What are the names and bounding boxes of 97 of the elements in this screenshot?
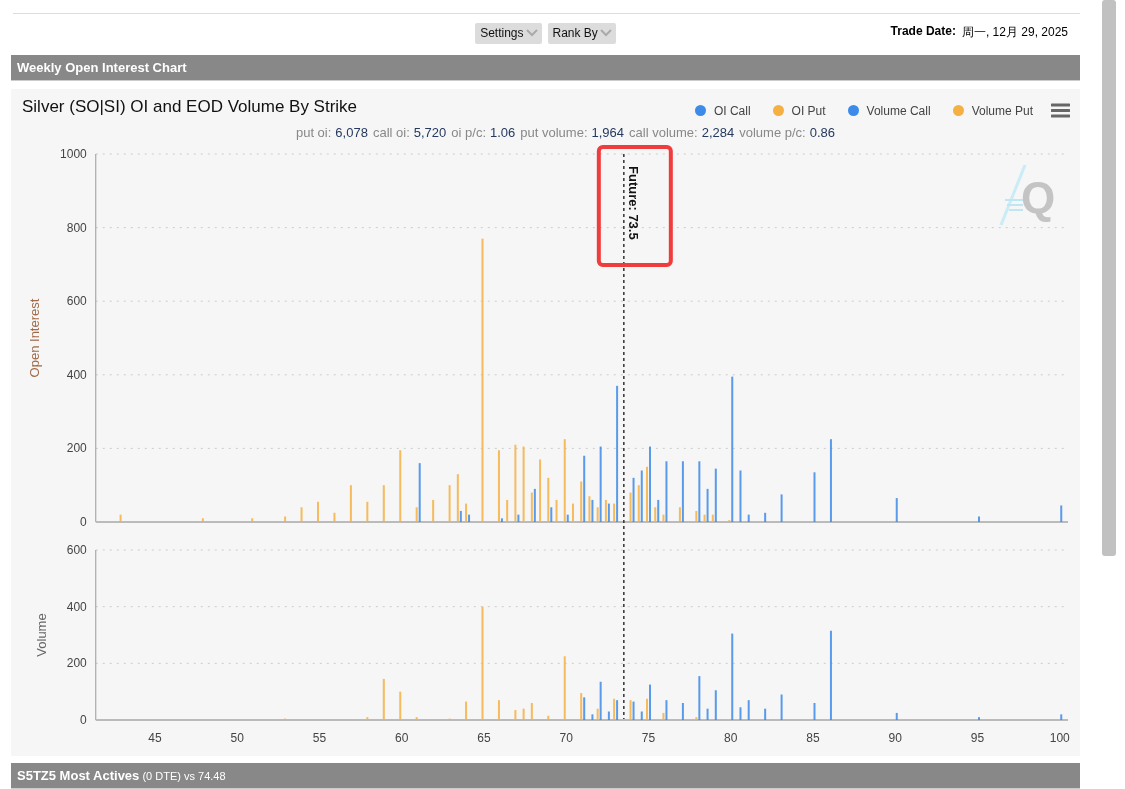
stat-value: 2,284 bbox=[701, 124, 735, 142]
bar bbox=[714, 689, 717, 720]
y-tick-label: 800 bbox=[66, 220, 87, 235]
bar bbox=[201, 517, 204, 522]
y-tick-label: 600 bbox=[66, 293, 87, 308]
section-title: S5TZ5 Most Actives (0 DTE) vs 74.48 bbox=[17, 770, 226, 782]
bar bbox=[780, 694, 783, 720]
legend-item[interactable]: Volume Call bbox=[847, 103, 931, 118]
chevron-down-icon bbox=[599, 29, 612, 38]
bar bbox=[333, 512, 336, 522]
chevron-down-icon bbox=[525, 29, 538, 38]
bar bbox=[415, 716, 418, 720]
chart-title: Silver (SO|SI) OI and EOD Volume By Strike bbox=[22, 96, 359, 117]
stat-value: 1.06 bbox=[490, 124, 516, 142]
x-tick-label: 60 bbox=[395, 730, 409, 745]
bar bbox=[432, 499, 435, 522]
stat-label: call volume: bbox=[629, 124, 698, 142]
bar bbox=[895, 712, 898, 720]
bar bbox=[563, 655, 566, 720]
bar bbox=[764, 708, 767, 720]
legend-item[interactable]: OI Call bbox=[694, 103, 751, 118]
bar bbox=[780, 494, 783, 522]
stat-value: 1,964 bbox=[591, 124, 625, 142]
bar bbox=[284, 516, 287, 522]
bar bbox=[119, 514, 122, 522]
y-tick-label: 200 bbox=[66, 655, 87, 670]
bar bbox=[366, 716, 369, 720]
bar bbox=[591, 713, 594, 720]
bar bbox=[813, 702, 816, 720]
bar bbox=[1060, 713, 1063, 720]
bar bbox=[506, 499, 509, 522]
x-tick-label: 90 bbox=[888, 730, 902, 745]
stat-label: oi p/c: bbox=[451, 124, 486, 142]
future-label: Future: 73.5 bbox=[625, 165, 641, 240]
x-tick-label: 55 bbox=[312, 730, 327, 745]
bar bbox=[300, 506, 303, 522]
stat-label: call oi: bbox=[372, 124, 410, 142]
x-tick-label: 95 bbox=[970, 730, 985, 745]
bar bbox=[739, 470, 742, 522]
y-axis-title: Open Interest bbox=[27, 298, 42, 378]
stat-value: 6,078 bbox=[335, 124, 368, 142]
bar bbox=[497, 699, 500, 720]
x-tick-label: 75 bbox=[641, 730, 656, 745]
y-axis-title: Volume bbox=[34, 612, 49, 657]
bar bbox=[366, 501, 369, 522]
bar bbox=[514, 709, 517, 720]
y-tick-label: 400 bbox=[66, 367, 87, 382]
bar bbox=[399, 691, 402, 720]
x-tick-label: 85 bbox=[806, 730, 820, 745]
x-tick-label: 65 bbox=[477, 730, 491, 745]
bar bbox=[895, 497, 898, 522]
stat-value: 5,720 bbox=[413, 124, 447, 142]
bar bbox=[747, 699, 750, 720]
legend-item[interactable]: Volume Put bbox=[952, 103, 1033, 118]
bar bbox=[251, 517, 254, 522]
stat-value: 0.86 bbox=[809, 124, 836, 142]
bar bbox=[539, 459, 542, 522]
y-tick-label: 0 bbox=[80, 514, 87, 529]
stat-label: volume p/c: bbox=[739, 124, 806, 142]
x-tick-label: 100 bbox=[1049, 730, 1070, 745]
bar bbox=[382, 678, 385, 720]
bar bbox=[382, 484, 385, 522]
bar bbox=[764, 512, 767, 522]
menu-icon[interactable] bbox=[1051, 102, 1070, 118]
bar bbox=[547, 715, 550, 720]
dropdown-button[interactable]: Settings bbox=[475, 23, 542, 45]
y-tick-label: 600 bbox=[66, 542, 87, 557]
y-tick-label: 400 bbox=[66, 599, 87, 614]
bar bbox=[465, 701, 468, 720]
bar bbox=[555, 499, 558, 522]
bar bbox=[607, 711, 610, 720]
y-tick-label: 1000 bbox=[60, 146, 87, 161]
stat-label: put oi: bbox=[295, 124, 332, 142]
bar bbox=[640, 711, 643, 720]
bar bbox=[530, 702, 533, 720]
bar bbox=[747, 514, 750, 522]
x-tick-label: 45 bbox=[148, 730, 162, 745]
y-tick-label: 200 bbox=[66, 441, 87, 456]
bar bbox=[706, 708, 709, 720]
y-tick-label: 0 bbox=[80, 712, 87, 727]
bar bbox=[349, 484, 352, 522]
x-tick-label: 70 bbox=[559, 730, 573, 745]
legend-item[interactable]: OI Put bbox=[772, 103, 826, 118]
dropdown-button[interactable]: Rank By bbox=[547, 23, 616, 45]
bar bbox=[448, 484, 451, 522]
section-title: Weekly Open Interest Chart bbox=[17, 59, 187, 75]
bar bbox=[522, 708, 525, 720]
trade-date-label: Trade Date: bbox=[890, 24, 956, 41]
bar bbox=[1060, 505, 1063, 522]
x-tick-label: 80 bbox=[724, 730, 738, 745]
trade-date-value: 周一, 12月 29, 2025 bbox=[961, 24, 1068, 42]
bar bbox=[813, 471, 816, 522]
scrollbar[interactable] bbox=[1101, 0, 1116, 556]
x-tick-label: 50 bbox=[230, 730, 244, 745]
bar bbox=[681, 702, 684, 720]
stat-label: put volume: bbox=[520, 124, 588, 142]
bar bbox=[739, 706, 742, 720]
